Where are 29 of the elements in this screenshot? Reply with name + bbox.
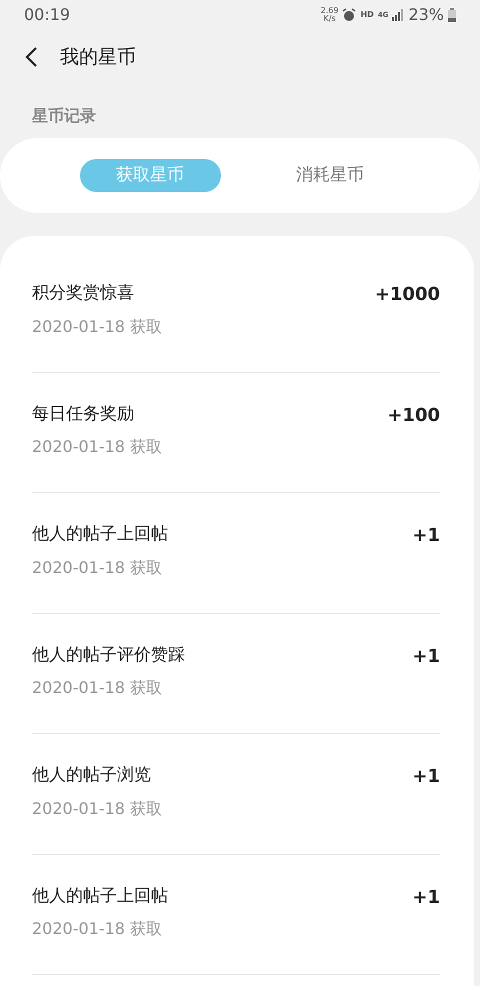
battery-percent: 23% bbox=[408, 4, 444, 26]
record-title: 积分奖赏惊喜 bbox=[32, 282, 135, 305]
record-amount: +1 bbox=[412, 524, 440, 548]
signal-icon bbox=[392, 9, 404, 21]
section-title: 星币记录 bbox=[32, 106, 96, 125]
hd-indicator: HD bbox=[360, 9, 374, 21]
network-speed-unit: K/s bbox=[324, 15, 336, 23]
record-title: 他人的帖子上回帖 bbox=[32, 523, 168, 546]
record-title: 他人的帖子浏览 bbox=[32, 764, 152, 787]
record-date: 2020-01-18 获取 bbox=[32, 316, 162, 338]
record-amount: +100 bbox=[387, 404, 440, 428]
battery-icon bbox=[448, 8, 456, 22]
record-amount: +1000 bbox=[374, 283, 440, 307]
record-title: 他人的帖子上回帖 bbox=[32, 884, 168, 908]
record-amount: +1 bbox=[412, 886, 440, 910]
record-title: 他人的帖子评价赞踩 bbox=[32, 644, 185, 666]
record-date: 2020-01-18 获取 bbox=[32, 798, 162, 820]
record-amount: +1 bbox=[412, 765, 440, 789]
record-date: 2020-01-18 获取 bbox=[32, 918, 164, 940]
record-amount: +1 bbox=[412, 644, 440, 668]
record-date: 2020-01-18 获取 bbox=[32, 556, 164, 578]
alarm-icon bbox=[342, 8, 356, 22]
page-title: 我的星币 bbox=[60, 44, 136, 70]
record-date: 2020-01-18 获取 bbox=[32, 677, 164, 699]
status-time: 00:19 bbox=[24, 4, 70, 26]
network-speed-value: 2.69 bbox=[320, 7, 338, 15]
record-date: 2020-01-18 获取 bbox=[32, 436, 162, 458]
record-title: 每日任务奖励 bbox=[32, 402, 135, 426]
tab[interactable]: 消耗星币 bbox=[260, 159, 400, 192]
